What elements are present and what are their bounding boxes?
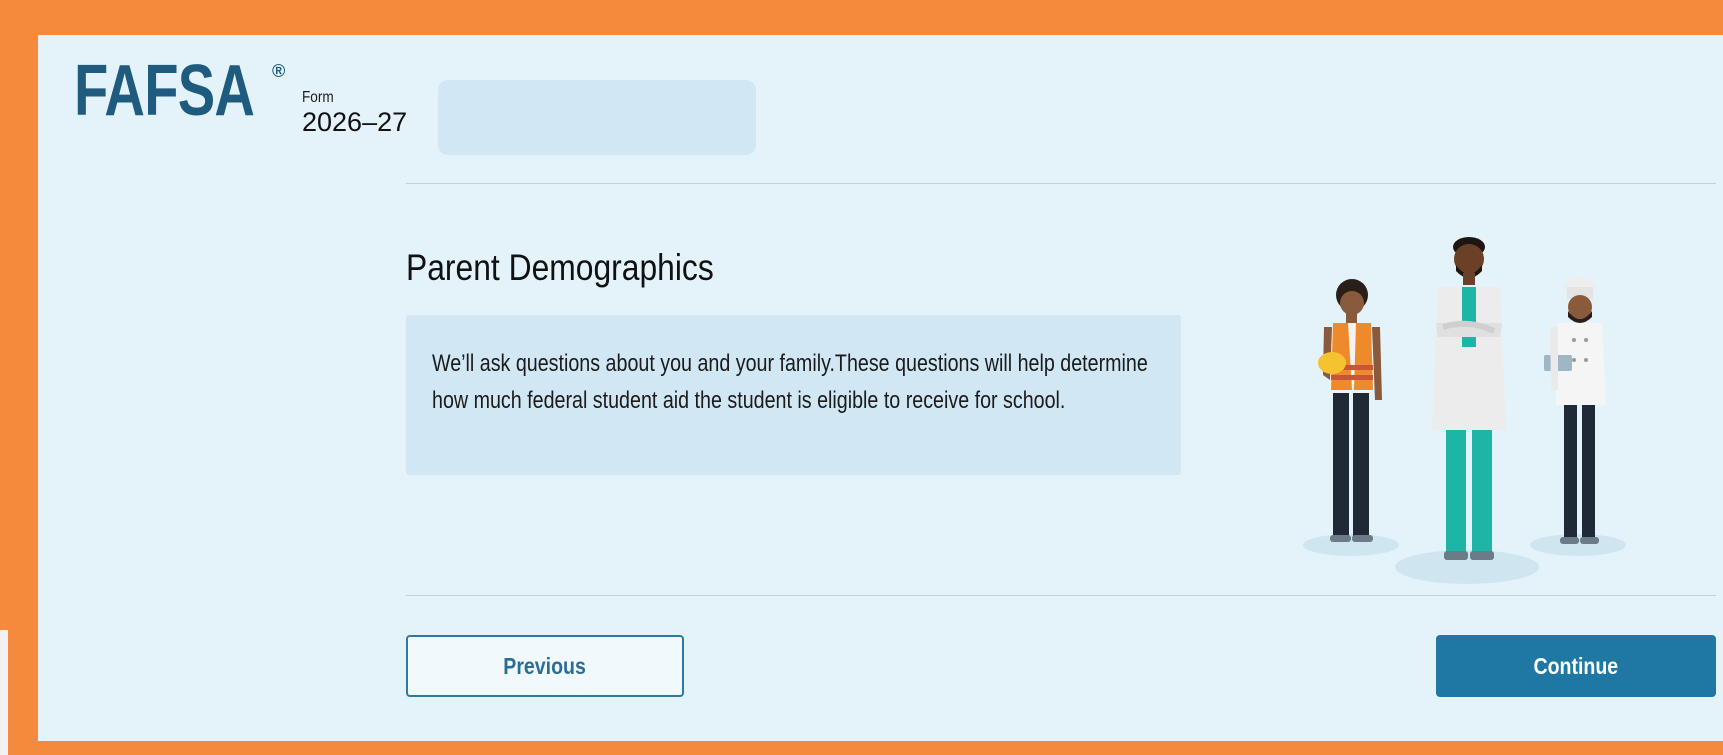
doctor-figure bbox=[1432, 237, 1506, 560]
workers-illustration bbox=[1303, 237, 1626, 584]
chef-figure bbox=[1544, 277, 1606, 544]
bottom-divider bbox=[406, 595, 1716, 596]
info-box: We’ll ask questions about you and your f… bbox=[406, 315, 1181, 475]
continue-button[interactable]: Continue bbox=[1436, 635, 1716, 697]
registered-mark: ® bbox=[272, 61, 286, 81]
student-name-placeholder bbox=[438, 80, 756, 155]
page-edge bbox=[0, 630, 8, 755]
fafsa-logo: FAFSA bbox=[74, 51, 255, 131]
fafsa-page: FAFSA ® Form 2026–27 Parent Demographics… bbox=[38, 35, 1723, 741]
continue-button-label: Continue bbox=[1533, 652, 1619, 679]
form-year: 2026–27 bbox=[302, 107, 408, 137]
construction-worker-figure bbox=[1318, 279, 1382, 542]
previous-button-label: Previous bbox=[503, 652, 587, 679]
page-title: Parent Demographics bbox=[406, 247, 714, 288]
info-description: We’ll ask questions about you and your f… bbox=[432, 350, 1148, 414]
form-label: Form bbox=[302, 89, 334, 106]
top-divider bbox=[406, 183, 1716, 184]
previous-button[interactable]: Previous bbox=[406, 635, 684, 697]
